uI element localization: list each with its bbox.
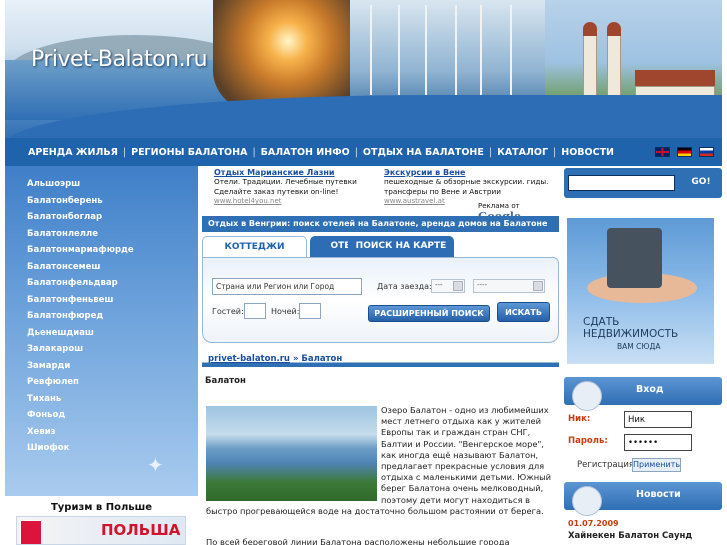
breadcrumb-separator: » xyxy=(289,354,302,364)
nav-item-info[interactable]: БАЛАТОН ИНФО xyxy=(261,147,350,158)
login-title: Вход xyxy=(636,384,664,395)
sidebar-item[interactable]: Балатонберень xyxy=(27,196,134,213)
sidebar-item[interactable]: Замарди xyxy=(27,361,134,378)
ad-2-text: пешеходные & обзорные экскурсии. гиды. т… xyxy=(384,177,549,196)
ad-2-title[interactable]: Экскурсии в Вене xyxy=(384,168,549,177)
advanced-search-button[interactable]: РАСШИРЕННЫЙ ПОИСК xyxy=(368,305,490,322)
sidebar-item[interactable]: Балатонсемеш xyxy=(27,262,134,279)
ad-1-text: Отели. Традиции. Лечебные путевки Сделай… xyxy=(214,177,357,196)
search-heading: Отдых в Венгрии: поиск отелей на Балатон… xyxy=(202,216,559,232)
nav-item-rental[interactable]: АРЕНДА ЖИЛЬЯ xyxy=(28,147,118,158)
news-panel-header: Новости xyxy=(564,482,722,516)
sidebar-item[interactable]: Альшоэрш xyxy=(27,179,134,196)
password-label: Пароль: xyxy=(568,436,608,446)
sidebar-item[interactable]: Ревфюлеп xyxy=(27,377,134,394)
destination-input[interactable] xyxy=(212,278,362,295)
nav-item-news[interactable]: НОВОСТИ xyxy=(561,147,614,158)
nick-input[interactable] xyxy=(624,411,692,428)
arrival-day-select[interactable]: --- xyxy=(431,279,465,293)
poland-banner-text: ПОЛЬША xyxy=(101,521,181,539)
ad-block: Отдых Марианские Лазни Отели. Традиции. … xyxy=(214,168,554,223)
ad-1-url[interactable]: www.hotel4you.net xyxy=(214,197,379,205)
arrival-month-value: ---- xyxy=(477,281,488,289)
nights-label: Ночей: xyxy=(271,307,300,316)
sidebar-item[interactable]: Балатонфюред xyxy=(27,311,134,328)
site-search: GO! xyxy=(564,168,722,198)
article-body: Озеро Балатон - одно из любимейших мест … xyxy=(206,405,558,517)
sidebar-item[interactable]: Балатонфельдвар xyxy=(27,278,134,295)
nav-item-catalog[interactable]: КАТАЛОГ xyxy=(497,147,548,158)
news-headline-link[interactable]: Хайнекен Балатон Саунд xyxy=(568,531,692,541)
register-link[interactable]: Регистрация xyxy=(577,460,634,470)
poland-tourism-title: Туризм в Польше xyxy=(50,502,153,513)
page-title: Балатон xyxy=(205,376,246,386)
tab-cottages[interactable]: КОТТЕДЖИ xyxy=(202,236,307,258)
ad-1-title[interactable]: Отдых Марианские Лазни xyxy=(214,168,379,177)
breadcrumb-current: Балатон xyxy=(301,354,343,364)
guests-label: Гостей: xyxy=(212,307,244,316)
arrival-date-label: Дата заезда: xyxy=(377,282,432,291)
nav-separator: | xyxy=(488,146,493,158)
password-input[interactable] xyxy=(624,434,692,451)
sidebar-item[interactable]: Балатонмариафюрде xyxy=(27,245,134,262)
header-banner: Privet-Balaton.ru xyxy=(5,0,722,140)
nights-input[interactable] xyxy=(299,303,321,319)
sidebar-item[interactable]: Тихань xyxy=(27,394,134,411)
german-flag-icon[interactable] xyxy=(677,147,692,157)
nav-item-vacation[interactable]: ОТДЫХ НА БАЛАТОНЕ xyxy=(363,147,484,158)
promo-line-1: СДАТЬ xyxy=(583,316,620,328)
arrival-month-select[interactable]: ---- xyxy=(473,279,545,293)
sidebar-item[interactable]: Хевиз xyxy=(27,427,134,444)
nav-separator: | xyxy=(354,146,358,158)
apply-button[interactable]: Применить xyxy=(632,458,681,472)
breadcrumb-home-link[interactable]: privet-balaton.ru xyxy=(208,354,290,364)
search-panel: Дата заезда: --- ---- Гостей: Ночей: РАС… xyxy=(202,257,559,343)
search-button[interactable]: ИСКАТЬ xyxy=(497,302,550,322)
english-flag-icon[interactable] xyxy=(655,147,670,157)
poland-banner[interactable]: ПОЛЬША xyxy=(16,516,186,545)
language-switcher xyxy=(655,147,714,157)
article-paragraph: По всей береговой линии Балатона располо… xyxy=(206,537,510,545)
news-icon xyxy=(572,486,602,516)
dropdown-arrow-icon xyxy=(453,281,463,291)
news-date: 01.07.2009 xyxy=(568,519,619,528)
sidebar-item[interactable]: Балатонлелле xyxy=(27,229,134,246)
nav-separator: | xyxy=(122,146,127,158)
sidebar-item[interactable]: Шиофок xyxy=(27,443,134,460)
sidebar-item[interactable]: Фоньод xyxy=(27,410,134,427)
dropdown-arrow-icon xyxy=(533,281,543,291)
poland-emblem-icon xyxy=(20,520,42,544)
arrival-day-value: --- xyxy=(435,281,443,289)
sidebar-item[interactable]: Балатонфеньвеш xyxy=(27,295,134,312)
site-logo[interactable]: Privet-Balaton.ru xyxy=(31,47,208,72)
house-icon xyxy=(607,228,662,288)
nav-item-regions[interactable]: РЕГИОНЫ БАЛАТОНА xyxy=(131,147,247,158)
hotel-search-widget: КОТТЕДЖИ ОТЕЛИ ПОИСК НА КАРТЕ Дата заезд… xyxy=(202,236,559,343)
breadcrumb: privet-balaton.ru » Балатон xyxy=(208,354,342,364)
rent-property-banner[interactable]: СДАТЬ НЕДВИЖИМОСТЬ ВАМ СЮДА xyxy=(567,218,714,364)
ads-by-label: Реклама от xyxy=(478,202,520,210)
tab-map-search[interactable]: ПОИСК НА КАРТЕ xyxy=(348,236,454,258)
go-button[interactable]: GO! xyxy=(682,171,720,195)
promo-text: СДАТЬ НЕДВИЖИМОСТЬ xyxy=(583,316,678,340)
guests-input[interactable] xyxy=(244,303,266,319)
sidebar-item[interactable]: Дьенешдиаш xyxy=(27,328,134,345)
promo-line-2: НЕДВИЖИМОСТЬ xyxy=(583,328,679,340)
ad-1: Отдых Марианские Лазни Отели. Традиции. … xyxy=(214,168,379,205)
nav-separator: | xyxy=(553,146,557,158)
news-title: Новости xyxy=(636,489,681,500)
nick-label: Ник: xyxy=(568,414,591,424)
sidebar-item[interactable]: Залакарош xyxy=(27,344,134,361)
login-panel-header: Вход xyxy=(564,377,722,411)
main-nav: АРЕНДА ЖИЛЬЯ | РЕГИОНЫ БАЛАТОНА | БАЛАТО… xyxy=(5,138,722,166)
russian-flag-icon[interactable] xyxy=(699,147,714,157)
nav-separator: | xyxy=(252,146,256,158)
ad-2: Экскурсии в Вене пешеходные & обзорные э… xyxy=(384,168,549,205)
login-icon xyxy=(572,381,602,411)
promo-cta: ВАМ СЮДА xyxy=(617,342,661,351)
sidebar-item[interactable]: Балатонбоглар xyxy=(27,212,134,229)
sidebar-region-menu: Альшоэрш Балатонберень Балатонбоглар Бал… xyxy=(5,166,198,496)
compass-icon: ✦ xyxy=(147,453,164,477)
site-search-input[interactable] xyxy=(568,175,675,191)
